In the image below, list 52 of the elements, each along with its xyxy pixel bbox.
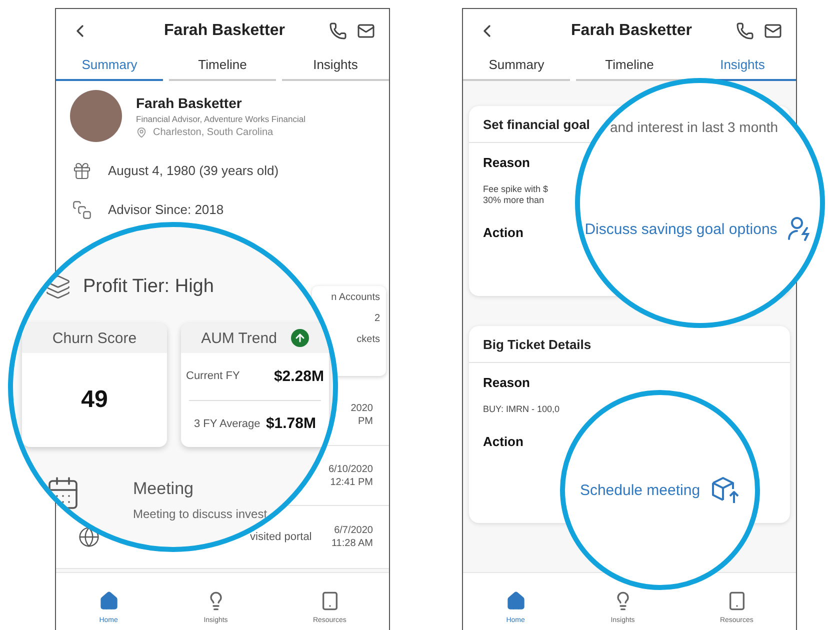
phone-button[interactable] <box>329 22 347 40</box>
layers-icon <box>45 274 71 300</box>
contact-name: Farah Basketter <box>163 22 286 40</box>
card-title: AUM Trend <box>201 330 277 346</box>
contact-name: Farah Basketter <box>570 22 693 40</box>
event-time: 2020 PM <box>350 402 373 428</box>
event-title: Meeting <box>133 479 194 499</box>
mail-button[interactable] <box>357 22 375 40</box>
globe-icon <box>78 526 100 548</box>
card-value: 2 <box>374 313 380 324</box>
reason-label: Reason <box>483 155 530 170</box>
action-link[interactable]: Schedule meeting <box>580 475 740 505</box>
card-title: n Accounts <box>331 292 380 303</box>
event-time: 6/10/2020 12:41 PM <box>328 462 373 488</box>
avatar-photo-placeholder <box>70 90 122 142</box>
event-time: 6/7/2020 11:28 AM <box>331 524 373 550</box>
card-title: Churn Score <box>22 323 167 353</box>
tablet-icon <box>320 591 340 611</box>
churn-score: 49 <box>80 385 109 415</box>
arrow-up-icon <box>290 329 309 347</box>
profile-name: Farah Basketter <box>136 94 243 110</box>
reason-text: 30% more than <box>483 195 546 205</box>
mail-icon <box>764 22 782 40</box>
reason-label: Reason <box>483 375 530 390</box>
tablet-icon <box>726 591 747 611</box>
mail-button[interactable] <box>764 22 782 40</box>
phone-icon <box>736 22 754 40</box>
location-pin-icon <box>136 126 147 138</box>
aum-value: $2.28M <box>274 368 324 385</box>
card-footer: ckets <box>356 334 380 345</box>
action-link[interactable]: Discuss savings goal options <box>584 216 816 242</box>
tab[interactable]: Summary <box>463 53 570 81</box>
event-text: Meeting to discuss invest <box>133 507 268 521</box>
aum-value: $1.78M <box>266 415 316 432</box>
location-text: Charleston, South Carolina <box>153 126 274 138</box>
mail-icon <box>357 22 375 40</box>
home-icon <box>506 591 526 611</box>
aum-label: 3 FY Average <box>194 418 260 430</box>
action-label: Action <box>483 434 524 449</box>
reason-text: BUY: IMRN - 100,0 <box>483 404 561 414</box>
home-icon <box>98 591 119 611</box>
phone-button[interactable] <box>736 22 754 40</box>
gift-icon <box>72 160 92 180</box>
box-arrow-icon <box>710 475 740 505</box>
aum-label: Current FY <box>186 370 240 382</box>
stack-icon <box>72 200 92 220</box>
reason-text: Fee spike with $ <box>483 184 550 194</box>
action-label: Action <box>483 225 524 240</box>
event-text: visited portal <box>250 531 312 543</box>
profit-tier-label: Profit Tier: High <box>83 276 214 298</box>
phone-icon <box>329 22 347 40</box>
profile-subtitle: Financial Advisor, Adventure Works Financial <box>136 114 306 124</box>
